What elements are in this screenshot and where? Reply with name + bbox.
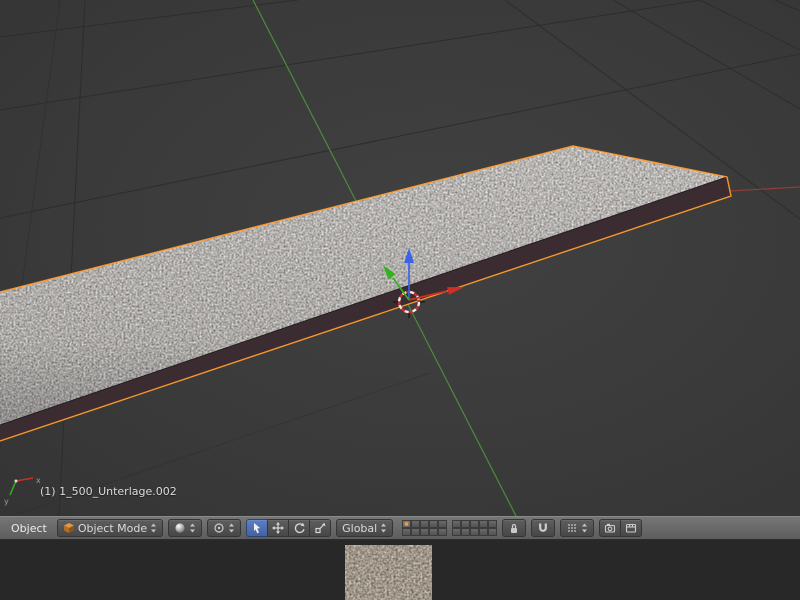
translate-manipulator-button[interactable] — [267, 519, 289, 537]
pivot-point-icon — [213, 522, 225, 534]
viewport-canvas[interactable]: x y — [0, 0, 800, 516]
layer-cell[interactable] — [488, 520, 497, 528]
cube-icon — [63, 522, 75, 534]
layer-cell[interactable] — [470, 528, 479, 536]
layer-cell[interactable] — [438, 520, 447, 528]
blender-window: x y (1) 1_500_Unterlage.002 Object Objec… — [0, 0, 800, 600]
translate-icon — [272, 522, 284, 534]
updown-arrows-icon — [228, 523, 235, 533]
object-menu[interactable]: Object — [6, 520, 52, 537]
x-axis-line — [729, 187, 800, 191]
orientation-label: Global — [342, 522, 377, 535]
updown-arrows-icon — [581, 523, 588, 533]
manipulator-buttons — [246, 519, 331, 537]
layer-selector — [402, 520, 497, 536]
updown-arrows-icon — [380, 523, 387, 533]
image-editor-panel — [0, 540, 800, 600]
scale-manipulator-button[interactable] — [309, 519, 331, 537]
layer-cell[interactable] — [470, 520, 479, 528]
layer-cell[interactable] — [420, 520, 429, 528]
layer-cell[interactable] — [411, 528, 420, 536]
layer-cell[interactable] — [479, 520, 488, 528]
active-object-info: (1) 1_500_Unterlage.002 — [40, 485, 177, 498]
layer-cell[interactable] — [452, 528, 461, 536]
layer-cell[interactable] — [461, 528, 470, 536]
render-buttons — [599, 519, 642, 537]
texture-preview[interactable] — [345, 545, 432, 600]
mini-axis-gizmo: x y — [4, 476, 41, 506]
mini-axis-y-label: y — [4, 497, 9, 506]
orientation-dropdown[interactable]: Global — [336, 519, 393, 537]
lock-to-scene-button[interactable] — [502, 519, 526, 537]
y-axis-line — [253, 0, 356, 201]
snap-increment-icon — [566, 522, 578, 534]
layer-cell[interactable] — [479, 528, 488, 536]
render-still-button[interactable] — [599, 519, 621, 537]
layer-cell[interactable] — [429, 520, 438, 528]
rotate-icon — [293, 522, 305, 534]
mini-axis-x-label: x — [36, 476, 41, 485]
snap-toggle-button[interactable] — [531, 519, 555, 537]
render-animation-button[interactable] — [620, 519, 642, 537]
clapperboard-icon — [625, 522, 637, 534]
camera-icon — [604, 522, 616, 534]
pointer-icon — [251, 522, 263, 534]
layer-cell[interactable] — [438, 528, 447, 536]
mode-label: Object Mode — [78, 522, 147, 535]
plank-top-face-shading — [0, 146, 727, 425]
layer-block-left — [402, 520, 447, 536]
pivot-dropdown[interactable] — [207, 519, 241, 537]
viewport-header: Object Object Mode — [0, 516, 800, 540]
y-axis-line — [400, 289, 516, 516]
magnet-icon — [537, 522, 549, 534]
layer-cell[interactable] — [461, 520, 470, 528]
layer-cell[interactable] — [488, 528, 497, 536]
gizmo-x-arrowhead[interactable] — [447, 287, 464, 295]
layer-block-right — [452, 520, 497, 536]
layer-cell[interactable] — [402, 528, 411, 536]
sphere-icon — [174, 522, 186, 534]
snap-element-dropdown[interactable] — [560, 519, 594, 537]
layer-cell[interactable] — [420, 528, 429, 536]
scale-icon — [314, 522, 326, 534]
shading-dropdown[interactable] — [168, 519, 202, 537]
mini-axis-center — [15, 480, 18, 483]
updown-arrows-icon — [189, 523, 196, 533]
layer-cell[interactable] — [402, 520, 411, 528]
rotate-manipulator-button[interactable] — [288, 519, 310, 537]
selected-object-plank[interactable] — [0, 130, 750, 441]
updown-arrows-icon — [150, 523, 157, 533]
layer-cell[interactable] — [452, 520, 461, 528]
manipulator-toggle-button[interactable] — [246, 519, 268, 537]
mini-axis-x — [16, 478, 33, 481]
lock-icon — [508, 522, 520, 534]
3d-viewport: x y (1) 1_500_Unterlage.002 — [0, 0, 800, 516]
mini-axis-y — [10, 481, 16, 495]
mode-dropdown[interactable]: Object Mode — [57, 519, 163, 537]
layer-cell[interactable] — [411, 520, 420, 528]
layer-cell[interactable] — [429, 528, 438, 536]
